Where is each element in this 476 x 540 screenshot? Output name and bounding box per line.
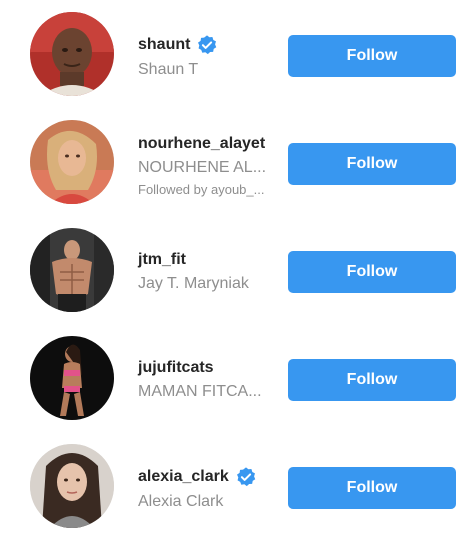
account-names: shaunt Shaun T [138, 34, 278, 80]
username-text: shaunt [138, 36, 191, 53]
username-text: jtm_fit [138, 251, 186, 268]
username-text: nourhene_alayet [138, 135, 266, 152]
avatar-image [30, 12, 114, 96]
suggestion-row: shaunt Shaun T Follow [0, 0, 476, 108]
follow-button[interactable]: Follow [288, 251, 456, 293]
account-names: nourhene_alayet NOURHENE AL... Followed … [138, 134, 278, 198]
username-text: alexia_clark [138, 468, 229, 485]
full-name: Shaun T [138, 61, 199, 78]
suggestion-row: jtm_fit Jay T. Maryniak Follow [0, 216, 476, 324]
suggestion-row: jujufitcats MAMAN FITCA... Follow [0, 324, 476, 432]
username[interactable]: jujufitcats [138, 358, 278, 378]
suggestion-row: nourhene_alayet NOURHENE AL... Followed … [0, 108, 476, 216]
follow-button[interactable]: Follow [288, 143, 456, 185]
username[interactable]: shaunt [138, 34, 278, 56]
account-names: alexia_clark Alexia Clark [138, 466, 278, 512]
avatar[interactable] [30, 12, 114, 96]
follow-button[interactable]: Follow [288, 359, 456, 401]
full-name: MAMAN FITCA... [138, 383, 262, 400]
full-name: NOURHENE AL... [138, 159, 267, 176]
suggested-accounts-list: shaunt Shaun T Follow nourhene_alayet NO… [0, 0, 476, 538]
username[interactable]: jtm_fit [138, 250, 278, 270]
username[interactable]: nourhene_alayet [138, 134, 278, 154]
account-names: jtm_fit Jay T. Maryniak [138, 250, 278, 294]
username[interactable]: alexia_clark [138, 466, 278, 488]
avatar-image [30, 444, 114, 528]
username-text: jujufitcats [138, 359, 214, 376]
avatar[interactable] [30, 120, 114, 204]
avatar-image [30, 120, 114, 204]
avatar-image [30, 336, 114, 420]
followed-by-text: Followed by ayoub_... [138, 182, 265, 197]
follow-button[interactable]: Follow [288, 467, 456, 509]
full-name: Alexia Clark [138, 493, 224, 510]
avatar-image [30, 228, 114, 312]
suggestion-row: alexia_clark Alexia Clark Follow [0, 432, 476, 540]
avatar[interactable] [30, 228, 114, 312]
follow-button[interactable]: Follow [288, 35, 456, 77]
account-names: jujufitcats MAMAN FITCA... [138, 358, 278, 402]
verified-badge-icon [235, 466, 257, 488]
verified-badge-icon [196, 34, 218, 56]
avatar[interactable] [30, 336, 114, 420]
full-name: Jay T. Maryniak [138, 275, 249, 292]
avatar[interactable] [30, 444, 114, 528]
